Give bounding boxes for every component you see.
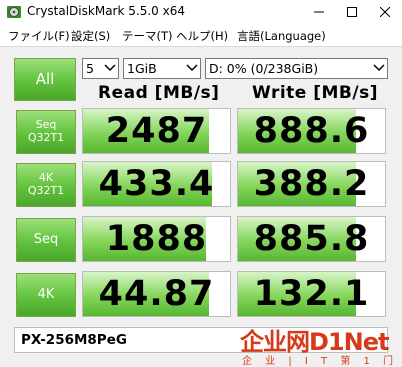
- test-button-4k-q32t1[interactable]: 4K Q32T1: [16, 163, 76, 207]
- read-result-4k: 44.87: [82, 271, 231, 317]
- test-label-line2: Q32T1: [27, 184, 65, 197]
- test-button-seq[interactable]: Seq: [16, 218, 76, 262]
- app-icon: [7, 6, 21, 18]
- maximize-icon: [346, 7, 357, 17]
- close-button[interactable]: [368, 0, 401, 24]
- write-value: 885.8: [253, 219, 370, 259]
- test-button-4k[interactable]: 4K: [16, 273, 76, 317]
- test-label-line2: Q32T1: [27, 131, 65, 144]
- watermark-tagline: 企 业 | I T 第 1 门 户: [242, 356, 402, 367]
- test-count-select[interactable]: 5: [82, 58, 119, 79]
- watermark: 企业网D1Net 企 业 | I T 第 1 门 户: [240, 322, 402, 367]
- write-value: 888.6: [253, 111, 370, 151]
- write-result-4k: 132.1: [237, 271, 386, 317]
- read-header: Read [MB/s]: [98, 83, 220, 103]
- chevron-down-icon: [373, 64, 385, 72]
- read-result-seq-q32t1: 2487: [82, 108, 231, 154]
- write-header: Write [MB/s]: [252, 83, 378, 103]
- close-icon: [379, 7, 390, 17]
- maximize-button[interactable]: [335, 0, 368, 24]
- menu-theme[interactable]: テーマ(T): [122, 28, 173, 44]
- chevron-down-icon: [104, 64, 116, 72]
- read-value: 44.87: [98, 274, 215, 314]
- run-all-button[interactable]: All: [14, 58, 76, 101]
- window-title: CrystalDiskMark 5.5.0 x64: [27, 4, 185, 18]
- write-value: 132.1: [253, 274, 370, 314]
- drive-select[interactable]: D: 0% (0/238GiB): [205, 58, 388, 79]
- test-label-line1: 4K: [37, 286, 55, 302]
- title-bar: CrystalDiskMark 5.5.0 x64: [0, 0, 402, 24]
- test-button-seq-q32t1[interactable]: Seq Q32T1: [16, 110, 76, 154]
- write-result-4k-q32t1: 388.2: [237, 161, 386, 207]
- menu-help[interactable]: ヘルプ(H): [176, 28, 228, 44]
- read-result-seq: 1888: [82, 216, 231, 262]
- drive-value: D: 0% (0/238GiB): [209, 61, 319, 76]
- menu-settings[interactable]: 設定(S): [71, 28, 110, 44]
- menu-language[interactable]: 言語(Language): [237, 28, 326, 44]
- test-size-select[interactable]: 1GiB: [123, 58, 201, 79]
- read-value: 1888: [105, 219, 208, 259]
- write-result-seq-q32t1: 888.6: [237, 108, 386, 154]
- menu-bar: ファイル(F) 設定(S) テーマ(T) ヘルプ(H) 言語(Language): [0, 24, 402, 46]
- write-result-seq: 885.8: [237, 216, 386, 262]
- menu-file[interactable]: ファイル(F): [8, 28, 70, 44]
- read-value: 2487: [105, 111, 208, 151]
- minimize-button[interactable]: [302, 0, 335, 24]
- read-result-4k-q32t1: 433.4: [82, 161, 231, 207]
- chevron-down-icon: [186, 64, 198, 72]
- test-size-value: 1GiB: [127, 61, 157, 76]
- test-label-line1: Seq: [33, 231, 59, 247]
- write-value: 388.2: [253, 164, 370, 204]
- read-value: 433.4: [98, 164, 215, 204]
- test-count-value: 5: [86, 61, 94, 76]
- minimize-icon: [313, 11, 324, 13]
